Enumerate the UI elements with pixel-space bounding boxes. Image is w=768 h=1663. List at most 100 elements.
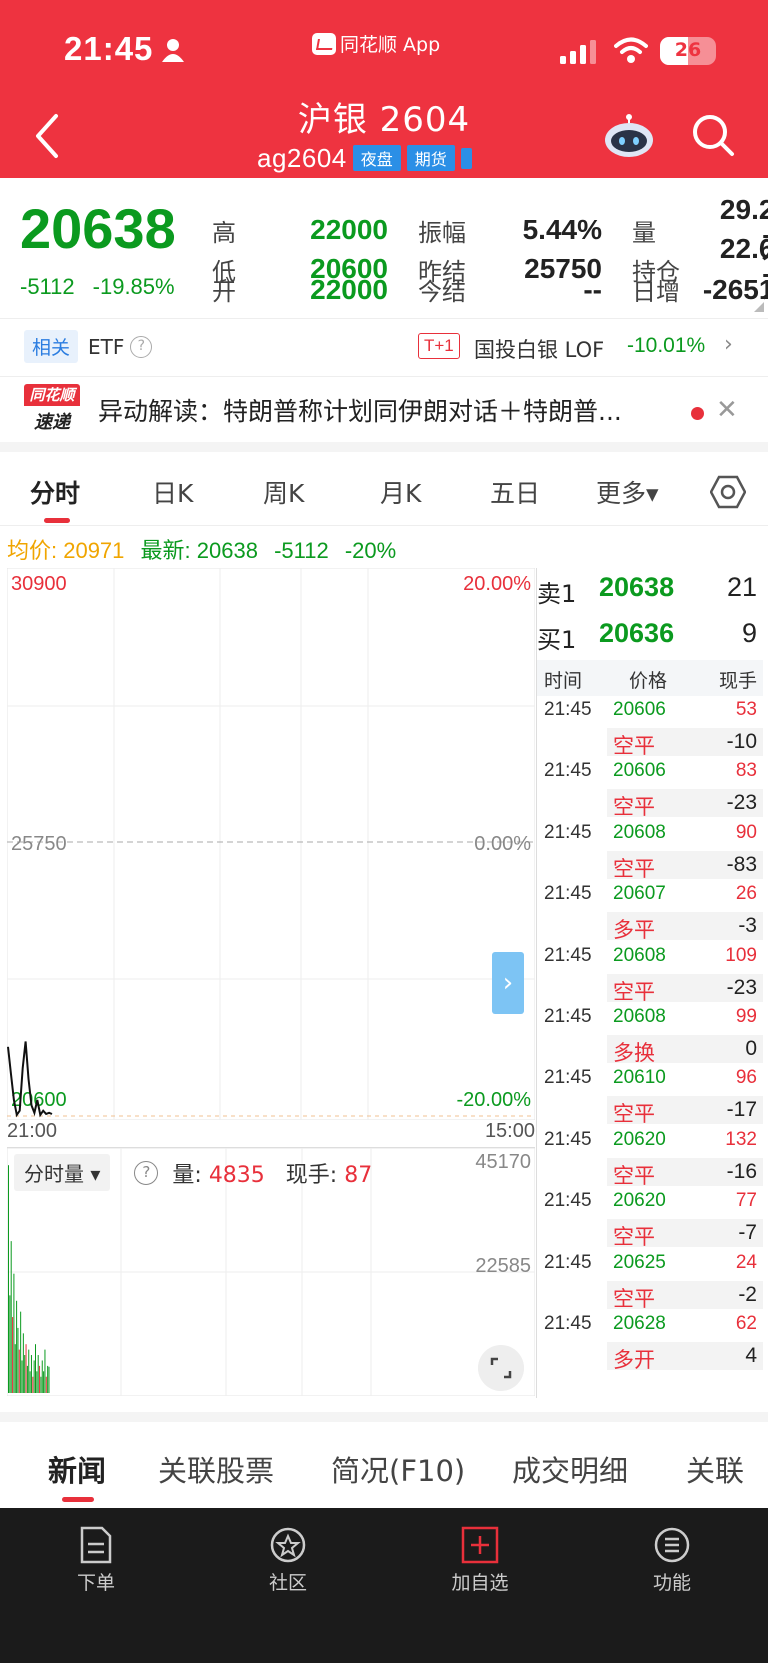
volume-bar	[9, 1295, 11, 1393]
volume-bar	[16, 1300, 18, 1393]
settings-icon[interactable]	[710, 474, 746, 510]
trade-oi-change: -23	[726, 975, 757, 999]
trade-type: 多开	[613, 1349, 655, 1372]
pct-axis-top-label: 20.00%	[463, 573, 531, 595]
trade-oi-change: -7	[738, 1221, 757, 1245]
trade-price: 20610	[613, 1067, 666, 1089]
tab-five-day[interactable]: 五日	[490, 474, 540, 510]
pct-axis-mid-label: 0.00%	[474, 833, 531, 855]
trade-oi-change: -2	[738, 1282, 757, 1306]
volume-bar	[35, 1344, 36, 1393]
trades-col-hand: 现手	[718, 670, 757, 692]
chart-tabs: 分时 日K 周K 月K 五日 更多▾	[0, 456, 768, 526]
search-icon[interactable]	[690, 112, 736, 158]
trade-volume: 99	[735, 1006, 757, 1027]
trade-volume: 24	[735, 1251, 757, 1273]
volume-readout: 量: 4835 现手: 87	[172, 1157, 372, 1189]
trade-row: 21:45 20608 109 空平 -23	[537, 942, 763, 1007]
volume-type-label: 分时量	[24, 1162, 84, 1186]
fullscreen-icon[interactable]	[478, 1345, 524, 1391]
related-tag: 相关	[24, 330, 79, 363]
help-icon[interactable]: ?	[130, 335, 153, 358]
section-divider	[0, 1412, 768, 1422]
volume-bar	[22, 1333, 24, 1393]
volume-bar	[43, 1371, 45, 1393]
tab-daily-k[interactable]: 日K	[152, 474, 193, 510]
status-time: 21:45	[64, 30, 154, 67]
news-alert[interactable]: 同花顺 速递 异动解读：特朗普称计划同伊朗对话＋特朗普... ✕	[0, 376, 768, 452]
volume-axis-mid-label: 22585	[475, 1255, 531, 1277]
ask-price: 20638	[599, 572, 675, 602]
latest-change: -5112	[274, 538, 329, 563]
chart-scroll-handle[interactable]: ›	[492, 952, 524, 1014]
trade-time: 21:45	[544, 699, 592, 720]
community-button[interactable]: 社区	[240, 1526, 336, 1595]
tab-trade-details[interactable]: 成交明细	[512, 1448, 628, 1490]
ask-row: 卖1 20638 21	[537, 568, 763, 612]
news-logo-top: 同花顺	[24, 383, 80, 406]
bid-row: 买1 20636 9	[537, 614, 763, 658]
ai-robot-icon[interactable]	[603, 112, 655, 158]
bid-label: 买1	[537, 626, 577, 654]
trade-price: 20608	[613, 821, 666, 843]
volume-bar	[37, 1355, 39, 1393]
add-watchlist-button[interactable]: 加自选	[432, 1526, 528, 1595]
community-label: 社区	[268, 1572, 307, 1594]
y-axis-top-label: 30900	[11, 573, 67, 595]
trade-type: 空平	[613, 857, 655, 881]
bid-price: 20636	[599, 618, 675, 648]
app-logo-icon	[312, 32, 336, 55]
app-header: 21:45 同花顺 App 26 沪银 2604 ag2604 夜盘 期货	[0, 0, 768, 178]
tab-intraday[interactable]: 分时	[30, 474, 80, 510]
tab-monthly-k[interactable]: 月K	[380, 474, 421, 510]
hand-readout-label: 现手:	[285, 1162, 345, 1188]
trade-volume: 83	[735, 760, 757, 782]
expand-corner-icon[interactable]	[754, 302, 764, 312]
trade-row: 21:45 20625 24 空平 -2	[537, 1249, 763, 1314]
volume-bar	[33, 1360, 35, 1393]
volume-bar	[13, 1273, 15, 1393]
order-icon	[80, 1526, 112, 1564]
active-tab-indicator	[62, 1497, 94, 1502]
intraday-price-chart[interactable]: 30900 25750 20600 20.00% 0.00% -20.00%	[7, 568, 535, 1120]
add-watchlist-label: 加自选	[451, 1572, 509, 1594]
volume-type-select[interactable]: 分时量 ▾	[14, 1154, 111, 1191]
trade-volume: 132	[725, 1128, 757, 1150]
function-button[interactable]: 功能	[624, 1526, 720, 1595]
volume-bar	[18, 1349, 20, 1393]
order-button[interactable]: 下单	[48, 1526, 144, 1595]
tab-more[interactable]: 更多▾	[596, 474, 659, 510]
volume-bar	[17, 1327, 19, 1393]
trade-price: 20625	[613, 1251, 666, 1273]
trades-col-time: 时间	[544, 670, 583, 692]
quote-panel: 20638 -5112 -19.85% 高 22000 振幅 5.44% 量 2…	[0, 178, 768, 316]
close-icon[interactable]: ✕	[716, 395, 738, 425]
help-icon[interactable]: ?	[134, 1160, 159, 1185]
intraday-summary: 均价: 20971 最新: 20638 -5112 -20%	[7, 533, 396, 565]
trade-type: 多换	[613, 1042, 655, 1065]
tab-related[interactable]: 关联	[686, 1448, 744, 1490]
latest-price: 最新: 20638	[140, 538, 258, 563]
menu-icon	[654, 1527, 690, 1563]
info-tabs: 新闻 关联股票 简况(F10) 成交明细 关联	[0, 1422, 768, 1508]
t1-tag: T+1	[418, 333, 460, 359]
volume-bar	[39, 1365, 41, 1393]
trades-header: 时间 价格 现手	[537, 660, 763, 696]
news-headline[interactable]: 异动解读：特朗普称计划同伊朗对话＋特朗普...	[98, 392, 664, 428]
app-source-label[interactable]: 同花顺 App	[312, 30, 440, 57]
volume-bar	[20, 1311, 22, 1393]
change-value: -5112	[20, 274, 75, 299]
last-price: 20638	[20, 197, 176, 260]
related-etf-bar[interactable]: 相关 ETF ? T+1 国投白银 LOF -10.01% ›	[0, 318, 768, 374]
tab-news[interactable]: 新闻	[48, 1448, 106, 1490]
order-book-panel: 卖1 20638 21 买1 20636 9 时间 价格 现手 21:45 206…	[536, 568, 763, 1398]
battery-indicator: 26	[660, 37, 716, 65]
avg-price: 均价: 20971	[7, 538, 125, 563]
volume-bar	[30, 1355, 32, 1393]
bid-qty: 9	[741, 618, 757, 648]
volume-bar	[28, 1349, 30, 1393]
tab-weekly-k[interactable]: 周K	[263, 474, 304, 510]
tab-related-stocks[interactable]: 关联股票	[158, 1448, 274, 1490]
trade-time: 21:45	[544, 1251, 592, 1273]
tab-profile[interactable]: 简况(F10)	[331, 1448, 465, 1490]
